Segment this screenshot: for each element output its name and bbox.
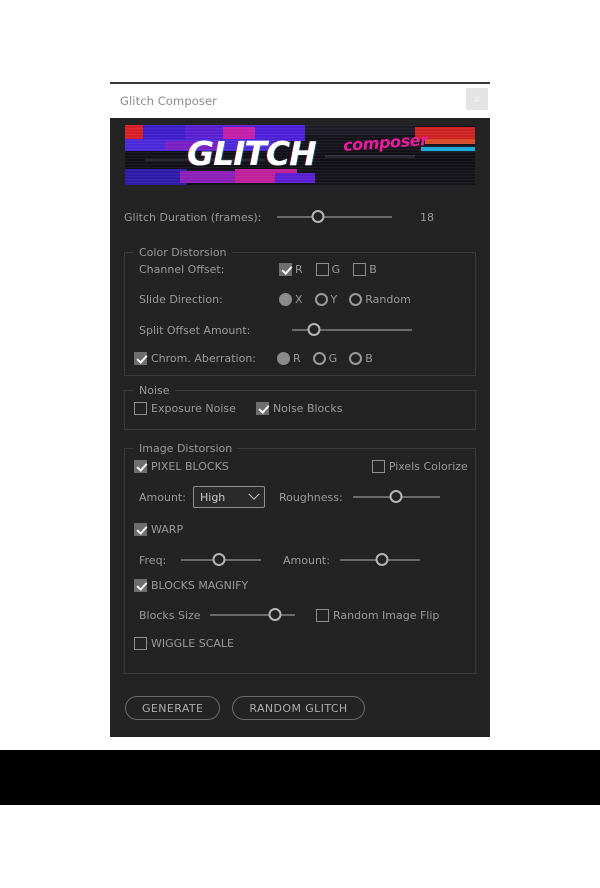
chrom-aberration-r-radio[interactable] [277,352,290,365]
noise-blocks-label: Noise Blocks [272,402,343,415]
window-title-bar: Glitch Composer x [110,84,490,118]
slide-direction-random-radio[interactable] [349,293,363,306]
random-image-flip-checkbox[interactable] [316,608,329,622]
glitch-duration-label: Glitch Duration (frames): [124,210,262,224]
split-offset-label: Split Offset Amount: [139,323,251,337]
slide-direction-label: Slide Direction: [139,293,223,306]
slide-direction-y-radio[interactable] [314,293,328,306]
exposure-noise-checkbox[interactable] [134,402,147,415]
pixel-blocks-row: PIXEL BLOCKS Pixels Colorize [134,460,469,473]
window-title: Glitch Composer [120,94,217,108]
banner-title: GLITCH [187,134,317,173]
noise-blocks-checkbox[interactable] [255,402,269,415]
amount-select[interactable]: High [193,486,265,508]
pixels-colorize-label: Pixels Colorize [388,460,468,473]
freq-label: Freq: [139,553,167,567]
pixel-blocks-checkbox[interactable] [134,460,147,473]
exposure-noise-label: Exposure Noise [151,402,236,415]
generate-button[interactable]: GENERATE [125,696,221,720]
blocks-magnify-checkbox[interactable] [134,579,147,592]
noise-row: Exposure Noise Noise Blocks [134,402,464,415]
chevron-down-icon [248,488,260,500]
chrom-aberration-b-radio[interactable] [349,352,363,365]
panel-body: GLITCH composer Glitch Duration (frames)… [110,118,490,737]
pixel-blocks-label: PIXEL BLOCKS [151,460,229,473]
image-distorsion-legend: Image Distorsion [134,442,238,455]
glitch-duration-slider[interactable] [277,210,392,224]
blocks-magnify-row: BLOCKS MAGNIFY [134,579,464,592]
pixels-colorize-checkbox[interactable] [371,460,385,473]
chrom-aberration-row: Chrom. Aberration: R G B [134,352,469,365]
roughness-slider[interactable] [352,490,440,504]
slide-direction-x-label: X [295,293,303,306]
action-bar: GENERATE RANDOM GLITCH [125,696,365,720]
slide-direction-row: Slide Direction: X Y Random [139,293,469,306]
warp-params-row: Freq: Amount: [139,553,474,567]
channel-offset-g-checkbox[interactable] [315,263,329,276]
channel-offset-r-checkbox[interactable] [279,263,292,276]
chrom-aberration-g-label: G [328,352,338,365]
warp-label: WARP [151,523,184,536]
freq-slider[interactable] [181,553,261,567]
chrom-aberration-r-label: R [293,352,301,365]
noise-group: Noise Exposure Noise Noise Blocks [124,384,476,430]
amount-select-value: High [200,490,226,504]
amount-row: Amount: High Roughness: [139,486,469,508]
color-distorsion-legend: Color Distorsion [134,246,232,259]
channel-offset-b-checkbox[interactable] [353,263,367,276]
chrom-aberration-g-radio[interactable] [312,352,326,365]
noise-legend: Noise [134,384,175,397]
amount-label: Amount: [139,490,186,504]
channel-offset-row: Channel Offset: R G B [139,263,469,276]
image-distorsion-group: Image Distorsion PIXEL BLOCKS Pixels Col… [124,442,476,674]
slide-direction-x-radio[interactable] [279,293,292,306]
blocks-magnify-label: BLOCKS MAGNIFY [151,579,249,592]
warp-amount-slider[interactable] [339,553,420,567]
bottom-black-band [0,750,600,805]
wiggle-scale-label: WIGGLE SCALE [151,637,235,650]
wiggle-scale-checkbox[interactable] [134,637,147,650]
split-offset-row: Split Offset Amount: [139,323,469,337]
color-distorsion-group: Color Distorsion Channel Offset: R G B S… [124,246,476,376]
close-icon[interactable]: x [466,88,488,110]
channel-offset-b-label: B [369,263,377,276]
warp-row: WARP [134,523,464,536]
chrom-aberration-checkbox[interactable] [134,352,147,365]
split-offset-slider[interactable] [292,323,412,337]
slide-direction-random-label: Random [365,293,411,306]
channel-offset-r-label: R [295,263,303,276]
chrom-aberration-label: Chrom. Aberration: [151,352,257,365]
glitch-duration-row: Glitch Duration (frames): 18 [124,210,476,224]
random-glitch-button[interactable]: RANDOM GLITCH [232,696,365,720]
channel-offset-label: Channel Offset: [139,263,225,276]
glitch-duration-value: 18 [420,210,434,224]
roughness-label: Roughness: [279,490,343,504]
chrom-aberration-b-label: B [365,352,373,365]
channel-offset-g-label: G [331,263,341,276]
glitch-banner: GLITCH composer [125,125,475,185]
blocks-size-label: Blocks Size [139,608,201,622]
wiggle-scale-row: WIGGLE SCALE [134,637,464,650]
slide-direction-y-label: Y [330,293,338,306]
random-image-flip-label: Random Image Flip [333,608,440,622]
blocks-size-slider[interactable] [210,608,295,622]
warp-checkbox[interactable] [134,523,147,536]
warp-amount-label: Amount: [283,553,330,567]
blocks-size-row: Blocks Size Random Image Flip [139,608,474,622]
